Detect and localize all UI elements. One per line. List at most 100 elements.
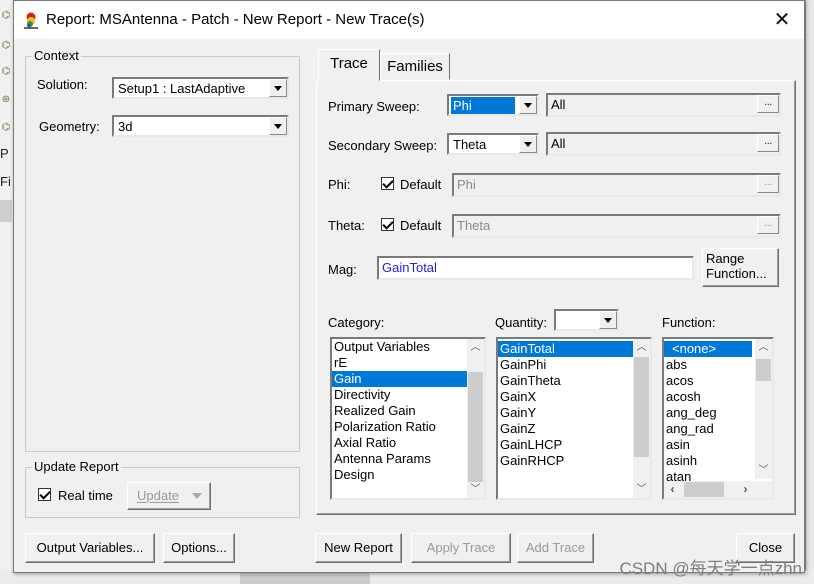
- realtime-checkbox[interactable]: [38, 488, 51, 501]
- phi-default-checkbox[interactable]: [381, 177, 394, 190]
- primary-sweep-value: Phi: [451, 97, 515, 114]
- chevron-up-icon[interactable]: ︿: [633, 339, 650, 356]
- background-text: P: [0, 146, 9, 161]
- function-list-item[interactable]: asinh: [664, 453, 752, 469]
- tab-families[interactable]: Families: [380, 53, 450, 80]
- category-list-item[interactable]: Gain: [332, 371, 467, 387]
- toolbar-icon: ⌬: [1, 40, 11, 51]
- tab-trace[interactable]: Trace: [318, 49, 380, 81]
- function-list-item[interactable]: ang_rad: [664, 421, 752, 437]
- toolbar-icon: ⌬: [1, 66, 11, 77]
- quantity-list-item[interactable]: GainY: [498, 405, 633, 421]
- chevron-down-icon[interactable]: [519, 96, 537, 114]
- function-listbox[interactable]: <none> abs acos acosh ang_deg ang_rad asin asin…: [662, 337, 774, 500]
- category-listbox[interactable]: Output Variables rE Gain Directivity Realize…: [330, 337, 486, 500]
- category-list-item[interactable]: rE: [332, 355, 467, 371]
- chevron-down-icon[interactable]: [599, 311, 617, 329]
- chevron-up-icon[interactable]: ︿: [755, 339, 772, 356]
- scrollbar-thumb[interactable]: [756, 359, 771, 381]
- category-list-item[interactable]: Design: [332, 467, 467, 483]
- phi-ellipsis-button[interactable]: ...: [757, 175, 779, 193]
- phi-default-label: Default: [400, 177, 442, 192]
- scrollbar-thumb[interactable]: [684, 482, 724, 497]
- quantity-list-item[interactable]: GainTheta: [498, 373, 633, 389]
- scrollbar-thumb[interactable]: [468, 372, 483, 482]
- secondary-sweep-dropdown[interactable]: Theta: [447, 133, 539, 155]
- function-hscrollbar[interactable]: ‹ ›: [664, 481, 772, 498]
- secondary-sweep-range-field[interactable]: All ...: [546, 132, 781, 156]
- background-scrollbar-thumb: [240, 572, 370, 584]
- quantity-list-item[interactable]: GainLHCP: [498, 437, 633, 453]
- new-report-button[interactable]: New Report: [315, 533, 402, 563]
- chevron-up-icon[interactable]: ︿: [467, 339, 484, 356]
- output-variables-button[interactable]: Output Variables...: [25, 533, 155, 563]
- close-icon[interactable]: ✕: [772, 10, 792, 30]
- apply-trace-button[interactable]: Apply Trace: [411, 533, 511, 563]
- chevron-down-icon: [192, 493, 202, 499]
- background-plot-edge: [805, 0, 814, 584]
- category-list-item[interactable]: Output Variables: [332, 339, 467, 355]
- primary-sweep-label: Primary Sweep:: [328, 99, 420, 114]
- chevron-down-icon[interactable]: ﹀: [633, 481, 650, 498]
- mag-input[interactable]: GainTotal: [377, 256, 694, 280]
- scrollbar-thumb[interactable]: [634, 357, 649, 457]
- function-list-item[interactable]: acos: [664, 373, 752, 389]
- category-list-item[interactable]: Realized Gain: [332, 403, 467, 419]
- geometry-dropdown[interactable]: 3d: [112, 115, 289, 137]
- theta-default-checkbox[interactable]: [381, 218, 394, 231]
- range-function-label-line1: Range: [706, 251, 745, 266]
- theta-label: Theta:: [328, 218, 365, 233]
- chevron-down-icon[interactable]: [519, 135, 537, 153]
- chevron-down-icon[interactable]: [269, 117, 287, 135]
- quantity-listbox[interactable]: GainTotal GainPhi GainTheta GainX GainY GainZ…: [496, 337, 652, 500]
- chevron-down-icon[interactable]: [269, 79, 287, 97]
- geometry-label: Geometry:: [39, 119, 100, 134]
- primary-sweep-dropdown[interactable]: Phi: [447, 94, 539, 116]
- quantity-list-item[interactable]: GainTotal: [498, 341, 633, 357]
- solution-value: Setup1 : LastAdaptive: [118, 81, 246, 96]
- quantity-scrollbar[interactable]: ︿ ﹀: [633, 339, 650, 498]
- chevron-left-icon[interactable]: ‹: [664, 481, 681, 498]
- function-list-item[interactable]: asin: [664, 437, 752, 453]
- category-list-item[interactable]: Directivity: [332, 387, 467, 403]
- secondary-sweep-range: All: [551, 136, 566, 151]
- options-button[interactable]: Options...: [163, 533, 235, 563]
- quantity-list-item[interactable]: GainZ: [498, 421, 633, 437]
- category-list-item[interactable]: Antenna Params: [332, 451, 467, 467]
- toolbar-icon: ⊛: [1, 94, 11, 105]
- function-list-item[interactable]: acosh: [664, 389, 752, 405]
- category-scrollbar[interactable]: ︿ ﹀: [467, 339, 484, 498]
- primary-sweep-range-field[interactable]: All ...: [546, 93, 781, 117]
- primary-sweep-range: All: [551, 97, 566, 112]
- update-button[interactable]: Update: [127, 482, 211, 510]
- mag-value: GainTotal: [382, 260, 437, 275]
- category-label: Category:: [328, 315, 385, 330]
- chevron-down-icon[interactable]: ﹀: [467, 481, 484, 498]
- quantity-list-item[interactable]: GainRHCP: [498, 453, 633, 469]
- chevron-right-icon[interactable]: ›: [737, 481, 754, 498]
- title-bar: Report: MSAntenna - Patch - New Report -…: [14, 1, 804, 39]
- primary-sweep-ellipsis-button[interactable]: ...: [757, 95, 779, 113]
- function-list-item[interactable]: <none>: [664, 341, 752, 357]
- category-list-item[interactable]: Axial Ratio: [332, 435, 467, 451]
- theta-ellipsis-button[interactable]: ...: [757, 216, 779, 234]
- secondary-sweep-value: Theta: [453, 137, 487, 152]
- secondary-sweep-label: Secondary Sweep:: [328, 138, 438, 153]
- phi-value-field[interactable]: Phi ...: [452, 173, 781, 197]
- function-list-item[interactable]: abs: [664, 357, 752, 373]
- add-trace-button[interactable]: Add Trace: [517, 533, 594, 563]
- solution-dropdown[interactable]: Setup1 : LastAdaptive: [112, 77, 289, 99]
- quantity-list-item[interactable]: GainX: [498, 389, 633, 405]
- theta-value-field[interactable]: Theta ...: [452, 214, 781, 238]
- quantity-filter-dropdown[interactable]: [554, 309, 619, 331]
- range-function-label-line2: Function...: [706, 266, 767, 281]
- function-list-item[interactable]: ang_deg: [664, 405, 752, 421]
- range-function-button[interactable]: Range Function...: [702, 248, 779, 287]
- chevron-down-icon[interactable]: ﹀: [755, 462, 772, 479]
- toolbar-icon: ⌬: [1, 122, 11, 133]
- quantity-list-item[interactable]: GainPhi: [498, 357, 633, 373]
- category-list-item[interactable]: Polarization Ratio: [332, 419, 467, 435]
- update-button-label: Update: [137, 488, 179, 503]
- secondary-sweep-ellipsis-button[interactable]: ...: [757, 134, 779, 152]
- function-vscrollbar[interactable]: ︿ ﹀: [755, 339, 772, 479]
